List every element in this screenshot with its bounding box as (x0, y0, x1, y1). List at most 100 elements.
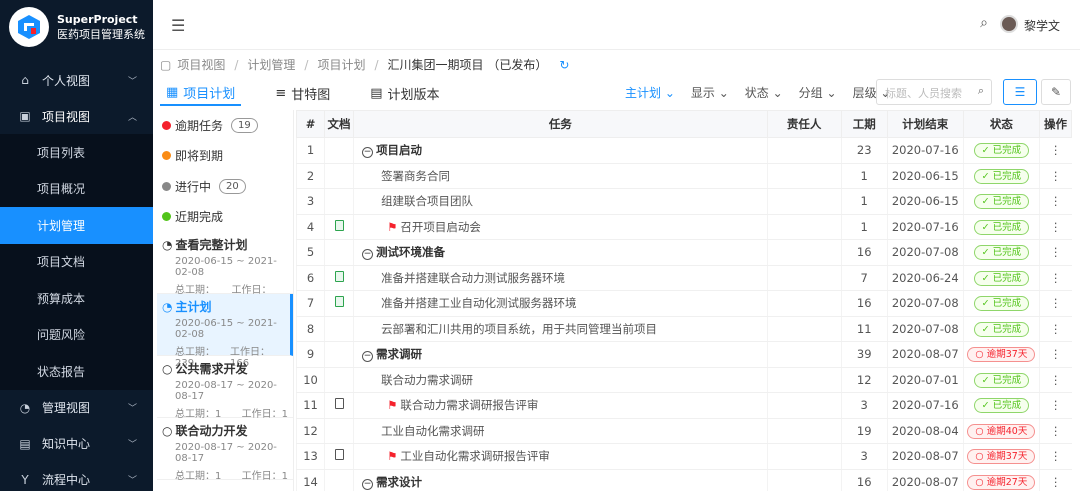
more-actions-icon[interactable]: ⋮ (1038, 341, 1072, 368)
menu-toggle-icon[interactable]: ☰ (171, 16, 185, 35)
task-name[interactable]: 项目启动 (376, 143, 422, 157)
owner-cell[interactable] (766, 188, 842, 215)
task-cell[interactable]: 准备并搭建工业自动化测试服务器环境 (353, 290, 768, 317)
more-actions-icon[interactable]: ⋮ (1038, 316, 1072, 342)
task-cell[interactable]: − 项目启动 (353, 137, 768, 164)
breadcrumb-item[interactable]: 项目视图 (177, 56, 225, 73)
filter-main-plan[interactable]: 主计划 ⌄ (625, 84, 675, 101)
document-icon[interactable] (334, 449, 344, 461)
task-name[interactable]: 需求调研 (376, 347, 422, 361)
task-name[interactable]: 需求设计 (376, 475, 422, 489)
collapse-icon[interactable]: − (362, 147, 374, 159)
table-row[interactable]: 5 − 测试环境准备 16 2020-07-08 ✓ 已完成 ⋮ (295, 239, 1072, 266)
edit-button[interactable]: ✎ (1041, 79, 1071, 105)
task-cell[interactable]: ⚑ 工业自动化需求调研报告评审 (353, 443, 768, 470)
plan-card-full[interactable]: ◔查看完整计划 2020-06-15 ~ 2021-02-08 总工期：239工… (157, 232, 293, 307)
task-cell[interactable]: − 需求调研 (353, 341, 768, 368)
tab-project-plan[interactable]: ▦ 项目计划 (160, 80, 242, 106)
table-row[interactable]: 8 云部署和汇川共用的项目系统，用于共同管理当前项目 11 2020-07-08 ✓ 已… (295, 316, 1072, 342)
list-view-button[interactable]: ☰ (1003, 79, 1037, 105)
sidebar-item-project-docs[interactable]: 项目文档 (0, 244, 153, 281)
tab-gantt[interactable]: ≡ 甘特图 (269, 80, 336, 106)
task-name[interactable]: 联合动力需求调研 (381, 373, 473, 387)
document-icon[interactable] (334, 296, 344, 308)
owner-cell[interactable] (766, 392, 842, 419)
plan-card-main[interactable]: ◔ 主计划 2020-06-15 ~ 2021-02-08 总工期：239 工作日：… (157, 294, 293, 369)
avatar[interactable] (1000, 15, 1018, 33)
table-row[interactable]: 13 ⚑ 工业自动化需求调研报告评审 3 2020-08-07 ○ 逾期37天 ⋮ (295, 443, 1072, 470)
table-row[interactable]: 12 工业自动化需求调研 19 2020-08-04 ○ 逾期40天 ⋮ (295, 418, 1072, 444)
owner-cell[interactable] (766, 367, 842, 393)
filter-status[interactable]: 状态 ⌄ (745, 84, 783, 101)
document-icon[interactable] (334, 219, 344, 231)
task-cell[interactable]: 云部署和汇川共用的项目系统，用于共同管理当前项目 (353, 316, 768, 342)
nav-group-knowledge-center[interactable]: ▤ 知识中心 ﹀ (0, 426, 153, 462)
owner-cell[interactable] (766, 418, 842, 444)
tab-plan-version[interactable]: ▤ 计划版本 (364, 80, 445, 106)
task-name[interactable]: 准备并搭建工业自动化测试服务器环境 (381, 296, 577, 310)
task-name[interactable]: 组建联合项目团队 (381, 194, 473, 208)
table-row[interactable]: 7 准备并搭建工业自动化测试服务器环境 16 2020-07-08 ✓ 已完成 ⋮ (295, 290, 1072, 317)
sidebar-item-status-report[interactable]: 状态报告 (0, 353, 153, 390)
search-icon[interactable]: ⌕ (980, 15, 988, 31)
task-cell[interactable]: ⚑ 召开项目启动会 (353, 214, 768, 240)
task-name[interactable]: 联合动力需求调研报告评审 (400, 398, 538, 412)
more-actions-icon[interactable]: ⋮ (1038, 290, 1072, 317)
task-cell[interactable]: 工业自动化需求调研 (353, 418, 768, 444)
table-row[interactable]: 11 ⚑ 联合动力需求调研报告评审 3 2020-07-16 ✓ 已完成 ⋮ (295, 392, 1072, 419)
status-filter-recently-done[interactable]: 近期完成 (157, 202, 293, 233)
table-row[interactable]: 6 准备并搭建联合动力测试服务器环境 7 2020-06-24 ✓ 已完成 ⋮ (295, 265, 1072, 291)
task-cell[interactable]: 准备并搭建联合动力测试服务器环境 (353, 265, 768, 291)
sidebar-item-budget[interactable]: 预算成本 (0, 280, 153, 317)
owner-cell[interactable] (766, 214, 842, 240)
sidebar-item-issues-risks[interactable]: 问题风险 (0, 317, 153, 354)
table-row[interactable]: 9 − 需求调研 39 2020-08-07 ○ 逾期37天 ⋮ (295, 341, 1072, 368)
table-row[interactable]: 1 − 项目启动 23 2020-07-16 ✓ 已完成 ⋮ (295, 137, 1072, 164)
nav-group-personal-view[interactable]: ⌂ 个人视图 ﹀ (0, 62, 153, 98)
refresh-icon[interactable]: ↻ (559, 58, 569, 72)
more-actions-icon[interactable]: ⋮ (1038, 137, 1072, 164)
table-row[interactable]: 2 签署商务合同 1 2020-06-15 ✓ 已完成 ⋮ (295, 163, 1072, 189)
filter-display[interactable]: 显示 ⌄ (691, 84, 729, 101)
task-name[interactable]: 云部署和汇川共用的项目系统，用于共同管理当前项目 (381, 322, 657, 336)
nav-group-process-center[interactable]: Y 流程中心 ﹀ (0, 462, 153, 491)
owner-cell[interactable] (766, 163, 842, 189)
owner-cell[interactable] (766, 137, 842, 164)
task-cell[interactable]: 联合动力需求调研 (353, 367, 768, 393)
task-name[interactable]: 工业自动化需求调研 (381, 424, 485, 438)
sidebar-item-project-list[interactable]: 项目列表 (0, 134, 153, 171)
task-name[interactable]: 签署商务合同 (381, 169, 450, 183)
task-name[interactable]: 工业自动化需求调研报告评审 (400, 449, 550, 463)
collapse-icon[interactable]: − (362, 249, 374, 261)
search-input[interactable]: 标题、人员搜索 ⌕ (876, 79, 992, 105)
nav-group-project-view[interactable]: ▣ 项目视图 ︿ (0, 98, 153, 134)
more-actions-icon[interactable]: ⋮ (1038, 392, 1072, 419)
task-name[interactable]: 召开项目启动会 (400, 220, 481, 234)
task-cell[interactable]: ⚑ 联合动力需求调研报告评审 (353, 392, 768, 419)
document-icon[interactable] (334, 270, 344, 282)
sidebar-item-plan-management[interactable]: 计划管理 (0, 207, 153, 244)
user-name[interactable]: 黎学文 (1024, 17, 1060, 34)
more-actions-icon[interactable]: ⋮ (1038, 418, 1072, 444)
document-icon[interactable] (334, 398, 344, 410)
owner-cell[interactable] (766, 239, 842, 266)
nav-group-management-view[interactable]: ◔ 管理视图 ﹀ (0, 390, 153, 426)
status-filter-due-soon[interactable]: 即将到期 (157, 141, 293, 172)
plan-card-public-dev[interactable]: ○ 公共需求开发 2020-08-17 ~ 2020-08-17 总工期：1 工作日… (157, 356, 293, 420)
owner-cell[interactable] (766, 265, 842, 291)
collapse-icon[interactable]: − (362, 478, 374, 490)
task-name[interactable]: 准备并搭建联合动力测试服务器环境 (381, 271, 565, 285)
owner-cell[interactable] (766, 443, 842, 470)
more-actions-icon[interactable]: ⋮ (1038, 188, 1072, 215)
filter-group[interactable]: 分组 ⌄ (799, 84, 837, 101)
table-row[interactable]: 4 ⚑ 召开项目启动会 1 2020-07-16 ✓ 已完成 ⋮ (295, 214, 1072, 240)
status-filter-in-progress[interactable]: 进行中 20 (157, 171, 293, 202)
more-actions-icon[interactable]: ⋮ (1038, 214, 1072, 240)
status-filter-overdue[interactable]: 逾期任务 19 (157, 110, 293, 141)
task-cell[interactable]: 签署商务合同 (353, 163, 768, 189)
sidebar-item-project-overview[interactable]: 项目概况 (0, 171, 153, 208)
owner-cell[interactable] (766, 290, 842, 317)
owner-cell[interactable] (766, 316, 842, 342)
table-row[interactable]: 10 联合动力需求调研 12 2020-07-01 ✓ 已完成 ⋮ (295, 367, 1072, 393)
table-row[interactable]: 14 − 需求设计 16 2020-08-07 ○ 逾期27天 ⋮ (295, 469, 1072, 491)
